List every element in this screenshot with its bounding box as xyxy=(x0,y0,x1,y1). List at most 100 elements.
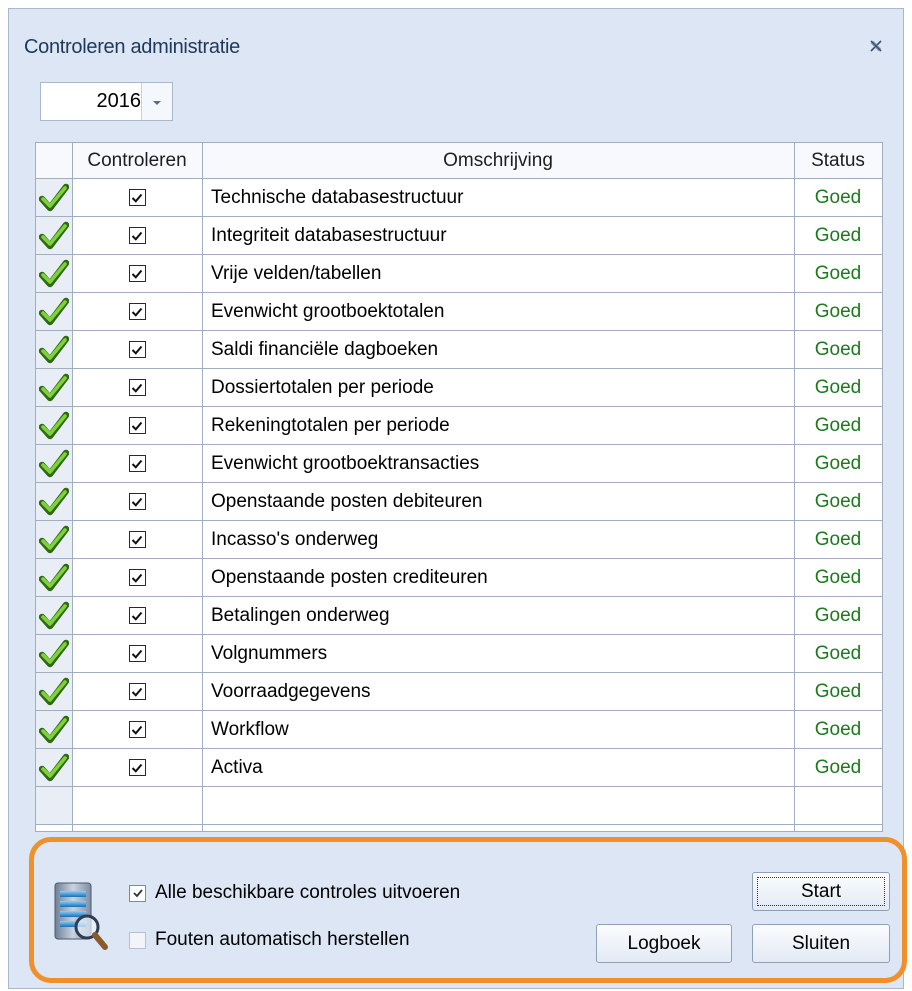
empty-row[interactable] xyxy=(36,787,882,825)
close-button[interactable] xyxy=(863,33,889,59)
table-row[interactable]: Workflow Goed xyxy=(36,711,882,749)
row-status: Goed xyxy=(814,605,862,626)
run-all-option[interactable]: Alle beschikbare controles uitvoeren xyxy=(129,882,460,904)
row-checkbox[interactable] xyxy=(128,189,146,206)
row-checkbox[interactable] xyxy=(128,759,146,776)
close-dialog-button[interactable]: Sluiten xyxy=(752,924,890,963)
start-button-label: Start xyxy=(800,881,842,902)
row-description: Integriteit databasestructuur xyxy=(211,225,447,246)
row-indicator xyxy=(36,787,72,824)
table-row[interactable]: Integriteit databasestructuur Goed xyxy=(36,217,882,255)
row-checkbox[interactable] xyxy=(128,683,146,700)
row-checkbox-cell xyxy=(72,407,202,444)
row-description: Workflow xyxy=(211,719,289,740)
green-checkmark-icon xyxy=(36,597,72,634)
start-button[interactable]: Start xyxy=(752,872,890,911)
row-description: Evenwicht grootboektotalen xyxy=(211,301,445,322)
row-description: Saldi financiële dagboeken xyxy=(211,339,439,360)
row-checkbox-cell xyxy=(72,521,202,558)
green-checkmark-icon xyxy=(36,521,72,558)
close-icon xyxy=(868,38,884,54)
row-description: Voorraadgegevens xyxy=(211,681,371,702)
column-divider xyxy=(72,143,73,831)
row-description: Vrije velden/tabellen xyxy=(211,263,382,284)
row-description: Technische databasestructuur xyxy=(211,187,464,208)
row-status: Goed xyxy=(814,225,862,246)
row-checkbox-cell xyxy=(72,293,202,330)
row-checkbox[interactable] xyxy=(128,379,146,396)
row-description: Evenwicht grootboektransacties xyxy=(211,453,480,474)
row-checkbox[interactable] xyxy=(128,417,146,434)
table-row[interactable]: Activa Goed xyxy=(36,749,882,787)
table-row[interactable]: Evenwicht grootboektransacties Goed xyxy=(36,445,882,483)
auto-fix-checkbox[interactable] xyxy=(129,931,146,949)
row-description: Openstaande posten crediteuren xyxy=(211,567,488,588)
table-row[interactable]: Voorraadgegevens Goed xyxy=(36,673,882,711)
table-row[interactable]: Volgnummers Goed xyxy=(36,635,882,673)
table-row[interactable]: Incasso's onderweg Goed xyxy=(36,521,882,559)
row-status: Goed xyxy=(814,377,862,398)
header-controleren[interactable]: Controleren xyxy=(72,143,202,178)
table-row[interactable]: Rekeningtotalen per periode Goed xyxy=(36,407,882,445)
green-checkmark-icon xyxy=(36,711,72,748)
row-checkbox-cell xyxy=(72,673,202,710)
row-status: Goed xyxy=(814,681,862,702)
table-row[interactable]: Technische databasestructuur Goed xyxy=(36,179,882,217)
row-checkbox[interactable] xyxy=(128,493,146,510)
logbook-button-label: Logboek xyxy=(627,933,701,954)
green-checkmark-icon xyxy=(36,369,72,406)
run-all-checkbox[interactable] xyxy=(129,884,146,902)
row-checkbox-cell xyxy=(72,635,202,672)
year-select[interactable]: 2016 xyxy=(40,82,173,121)
row-description: Incasso's onderweg xyxy=(211,529,379,550)
green-checkmark-icon xyxy=(36,483,72,520)
table-row[interactable]: Vrije velden/tabellen Goed xyxy=(36,255,882,293)
row-status: Goed xyxy=(814,643,862,664)
row-checkbox[interactable] xyxy=(128,227,146,244)
column-divider xyxy=(794,143,795,831)
row-checkbox-cell xyxy=(72,369,202,406)
row-checkbox[interactable] xyxy=(128,721,146,738)
table-row[interactable]: Saldi financiële dagboeken Goed xyxy=(36,331,882,369)
row-description: Activa xyxy=(211,757,263,778)
row-checkbox[interactable] xyxy=(128,607,146,624)
row-description: Dossiertotalen per periode xyxy=(211,377,434,398)
table-row[interactable]: Betalingen onderweg Goed xyxy=(36,597,882,635)
row-status: Goed xyxy=(814,529,862,550)
green-checkmark-icon xyxy=(36,749,72,786)
header-status[interactable]: Status xyxy=(794,143,882,178)
green-checkmark-icon xyxy=(36,255,72,292)
row-checkbox[interactable] xyxy=(128,645,146,662)
table-row[interactable]: Openstaande posten debiteuren Goed xyxy=(36,483,882,521)
row-checkbox[interactable] xyxy=(128,265,146,282)
row-checkbox-cell xyxy=(72,483,202,520)
header-omschrijving[interactable]: Omschrijving xyxy=(202,143,794,178)
row-checkbox[interactable] xyxy=(128,569,146,586)
row-checkbox-cell xyxy=(72,597,202,634)
row-description: Rekeningtotalen per periode xyxy=(211,415,450,436)
row-checkbox-cell xyxy=(72,331,202,368)
auto-fix-option[interactable]: Fouten automatisch herstellen xyxy=(129,929,410,951)
row-checkbox[interactable] xyxy=(128,341,146,358)
close-dialog-button-label: Sluiten xyxy=(791,933,851,954)
green-checkmark-icon xyxy=(36,673,72,710)
table-row[interactable]: Evenwicht grootboektotalen Goed xyxy=(36,293,882,331)
row-checkbox-cell xyxy=(72,749,202,786)
row-checkbox[interactable] xyxy=(128,455,146,472)
row-checkbox[interactable] xyxy=(128,303,146,320)
row-checkbox[interactable] xyxy=(128,531,146,548)
table-row[interactable]: Openstaande posten crediteuren Goed xyxy=(36,559,882,597)
chevron-down-icon xyxy=(152,93,162,111)
green-checkmark-icon xyxy=(36,559,72,596)
logbook-button[interactable]: Logboek xyxy=(596,924,732,963)
row-checkbox-cell xyxy=(72,255,202,292)
table-row[interactable]: Dossiertotalen per periode Goed xyxy=(36,369,882,407)
checks-grid: Controleren Omschrijving Status Technisc… xyxy=(35,142,883,832)
year-value: 2016 xyxy=(96,90,142,112)
row-checkbox-cell xyxy=(72,711,202,748)
row-status: Goed xyxy=(814,757,862,778)
green-checkmark-icon xyxy=(36,217,72,254)
year-dropdown-button[interactable] xyxy=(141,83,172,120)
row-status: Goed xyxy=(814,187,862,208)
row-checkbox-cell xyxy=(72,217,202,254)
